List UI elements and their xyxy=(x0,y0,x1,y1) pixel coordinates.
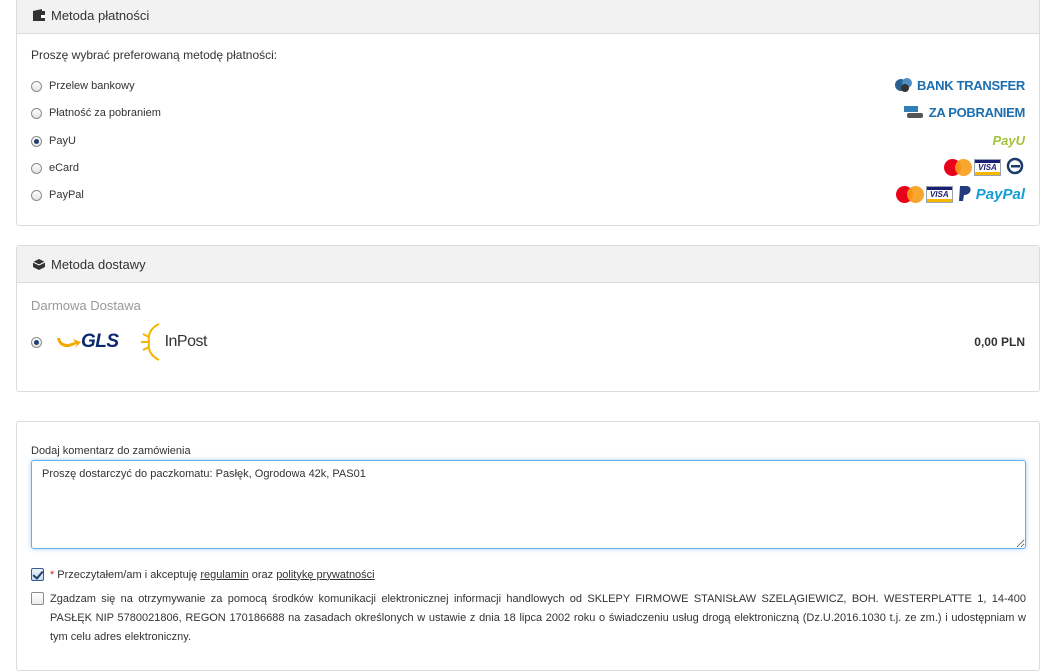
mastercard-icon xyxy=(895,185,924,203)
payment-option-label: Płatność za pobraniem xyxy=(49,107,161,119)
visa-icon: VISA xyxy=(974,158,1001,176)
payu-radio[interactable] xyxy=(31,135,42,147)
gls-arrow-icon xyxy=(57,338,81,348)
payment-option-ecard[interactable]: eCard xyxy=(31,159,79,177)
cash-hand-icon xyxy=(903,106,923,118)
shipping-price: 0,00 PLN xyxy=(974,335,1025,349)
payment-option-label: eCard xyxy=(49,162,79,174)
comment-label: Dodaj komentarz do zamówienia xyxy=(31,445,191,457)
ecard-radio[interactable] xyxy=(31,162,42,174)
terms-text: Przeczytałem/am i akceptuję xyxy=(57,568,198,581)
payment-method-header: Metoda płatności xyxy=(17,0,1039,34)
regulamin-link[interactable]: regulamin xyxy=(200,569,248,581)
terms-checkbox[interactable] xyxy=(31,568,44,581)
shipping-method-header: Metoda dostawy xyxy=(17,246,1039,283)
gls-logo-text: GLS xyxy=(81,331,119,352)
paypal-radio[interactable] xyxy=(31,189,42,201)
bank-transfer-logo: BANK TRANSFER xyxy=(894,75,1025,95)
ecard-logo: VISA xyxy=(944,155,1025,179)
payment-option-paypal[interactable]: PayPal xyxy=(31,186,84,204)
payment-intro-text: Proszę wybrać preferowaną metodę płatnoś… xyxy=(31,48,278,62)
marketing-consent: Zgadzam się na otrzymywanie za pomocą śr… xyxy=(31,590,1026,647)
coins-icon xyxy=(894,78,912,92)
shipping-method-panel: Metoda dostawy Darmowa Dostawa GLS InPos… xyxy=(16,245,1040,392)
mastercard-icon xyxy=(944,158,972,176)
payment-option-payu[interactable]: PayU xyxy=(31,132,76,150)
bank-transfer-logo-text: BANK TRANSFER xyxy=(916,77,1025,93)
shipping-method-title: Metoda dostawy xyxy=(51,256,146,272)
ecard-icon xyxy=(1006,157,1024,175)
payment-option-label: PayU xyxy=(49,135,76,147)
marketing-consent-text: Zgadzam się na otrzymywanie za pomocą śr… xyxy=(50,593,1026,643)
shipping-radio[interactable] xyxy=(31,336,42,348)
shipping-option-free[interactable]: GLS InPost xyxy=(31,322,207,362)
inpost-star-icon xyxy=(140,323,160,361)
comment-textarea[interactable]: Proszę dostarczyć do paczkomatu: Pasłęk,… xyxy=(31,460,1026,549)
visa-icon: VISA xyxy=(925,185,953,203)
bank-transfer-radio[interactable] xyxy=(31,80,42,92)
privacy-policy-link[interactable]: politykę prywatności xyxy=(276,569,374,581)
payment-option-bank-transfer[interactable]: Przelew bankowy xyxy=(31,77,135,95)
terms-acceptance: * Przeczytałem/am i akceptuję regulamin … xyxy=(31,568,375,581)
payment-option-label: Przelew bankowy xyxy=(49,80,135,92)
payu-logo: PayU xyxy=(992,130,1025,150)
wallet-icon xyxy=(32,8,46,22)
payment-method-panel: Metoda płatności Proszę wybrać preferowa… xyxy=(16,0,1040,226)
payment-option-cod[interactable]: Płatność za pobraniem xyxy=(31,104,161,122)
inpost-logo: InPost xyxy=(139,322,207,362)
payment-option-label: PayPal xyxy=(49,189,84,201)
marketing-consent-checkbox[interactable] xyxy=(31,592,44,605)
shipping-option-name: Darmowa Dostawa xyxy=(31,298,141,313)
cod-logo-text: ZA POBRANIEM xyxy=(928,104,1026,120)
cod-logo: ZA POBRANIEM xyxy=(903,102,1025,122)
required-marker: * xyxy=(50,568,55,581)
inpost-logo-text: InPost xyxy=(164,333,208,350)
gls-logo: GLS xyxy=(55,331,119,353)
paypal-logo-text: PayPal xyxy=(975,185,1025,203)
paypal-p-icon xyxy=(958,186,971,201)
order-comment-panel: Dodaj komentarz do zamówienia Proszę dos… xyxy=(16,421,1040,671)
paypal-logo: VISA PayPal xyxy=(895,183,1025,205)
payu-logo-text: PayU xyxy=(992,132,1025,148)
cod-radio[interactable] xyxy=(31,107,42,119)
payment-method-title: Metoda płatności xyxy=(51,7,150,23)
terms-and-text: oraz xyxy=(251,568,274,581)
truck-icon xyxy=(32,257,46,271)
